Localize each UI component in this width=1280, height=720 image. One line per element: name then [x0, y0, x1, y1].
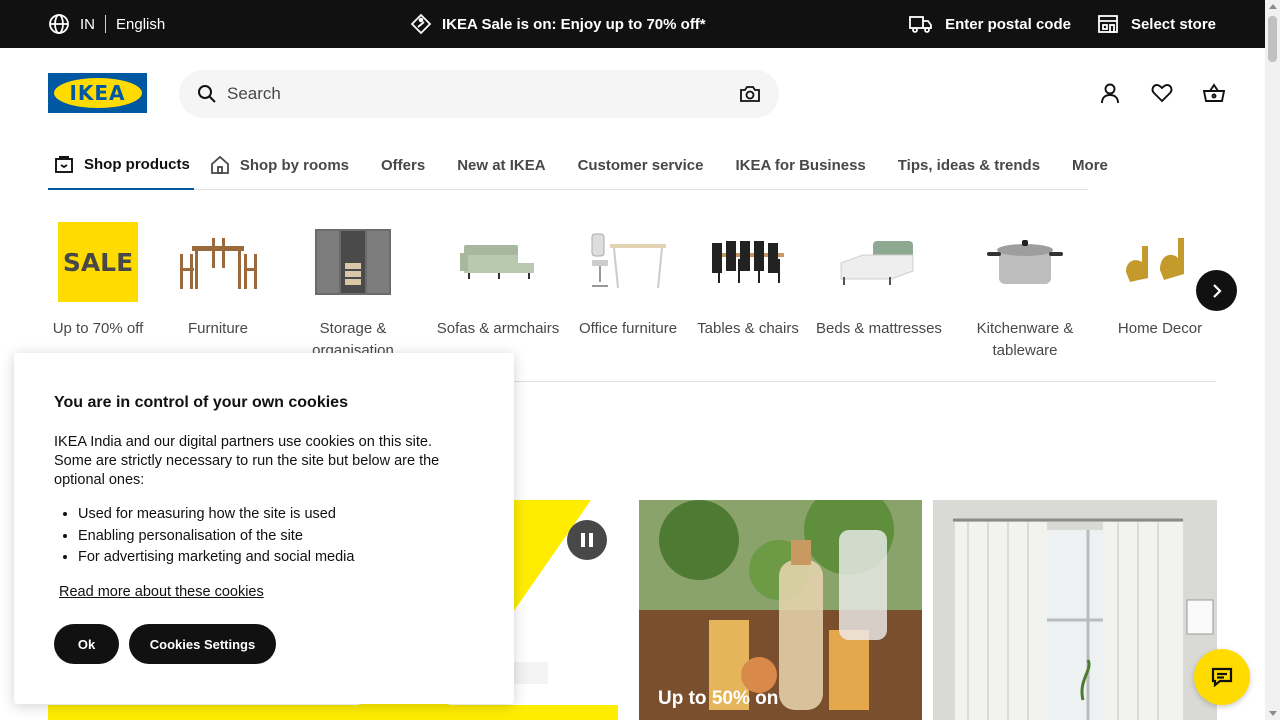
ok-button[interactable]: Ok [54, 624, 119, 664]
user-icon[interactable] [1096, 78, 1124, 108]
cookie-consent-dialog: You are in control of your own cookies I… [14, 353, 514, 704]
cookie-settings-button[interactable]: Cookies Settings [129, 624, 276, 664]
pause-icon [579, 533, 595, 547]
truck-icon [909, 14, 933, 34]
divider [105, 15, 106, 33]
list-item: Enabling personalisation of the site [78, 526, 354, 548]
tab-tips-ideas-trends[interactable]: Tips, ideas & trends [882, 140, 1056, 190]
promo-card-kitchen[interactable]: Up to 50% on [639, 500, 922, 720]
cookie-title: You are in control of your own cookies [54, 394, 348, 411]
scroll-thumb[interactable] [1268, 16, 1277, 62]
category-home-decor[interactable]: Home Decor [1110, 222, 1210, 340]
category-label: Office furniture [578, 320, 678, 337]
promo-text: IKEA Sale is on: Enjoy up to 70% off* [442, 15, 706, 33]
category-label: Beds & mattresses [816, 320, 942, 337]
tab-ikea-for-business[interactable]: IKEA for Business [719, 140, 881, 190]
furniture-image [168, 222, 268, 302]
postal-code-button[interactable]: Enter postal code [909, 14, 1071, 34]
house-icon [210, 155, 230, 175]
sofa-image [436, 222, 560, 302]
scroll-down-arrow[interactable] [1269, 711, 1277, 716]
category-label: Kitchenware & tableware [976, 320, 1074, 359]
dining-set-image [693, 222, 803, 302]
chevron-right-icon [1210, 283, 1224, 299]
sale-promo-link[interactable]: IKEA Sale is on: Enjoy up to 70% off* [410, 0, 706, 48]
category-sofas[interactable]: Sofas & armchairs [436, 222, 560, 340]
category-office-furniture[interactable]: Office furniture [573, 222, 683, 340]
main-nav: Shop products Shop by rooms Offers New a… [48, 140, 1108, 190]
store-icon [1097, 14, 1119, 34]
category-label: Up to 70% off [52, 320, 144, 337]
search-bar[interactable] [179, 70, 779, 118]
promo-card-curtains[interactable] [933, 500, 1217, 720]
category-label: Home Decor [1117, 320, 1203, 337]
basket-icon[interactable] [1200, 78, 1228, 108]
cookie-description: IKEA India and our digital partners use … [54, 434, 440, 488]
globe-icon [48, 13, 70, 35]
camera-icon[interactable] [739, 84, 761, 104]
tab-more[interactable]: More [1056, 140, 1124, 190]
category-label: Tables & chairs [697, 320, 799, 337]
price-tag-icon [410, 13, 432, 35]
cookie-purpose-list: Used for measuring how the site is used … [78, 504, 354, 569]
tab-customer-service[interactable]: Customer service [562, 140, 720, 190]
read-more-cookies-link[interactable]: Read more about these cookies [59, 584, 264, 600]
top-bar: IN English IKEA Sale is on: Enjoy up to … [0, 0, 1280, 48]
category-beds[interactable]: Beds & mattresses [813, 222, 945, 340]
country-code: IN [80, 15, 95, 33]
sale-badge: SALE [58, 222, 138, 302]
tab-offers[interactable]: Offers [365, 140, 441, 190]
tab-new-at-ikea[interactable]: New at IKEA [441, 140, 561, 190]
ikea-logo[interactable]: IKEA [48, 73, 147, 113]
list-item: Used for measuring how the site is used [78, 504, 354, 526]
category-label: Furniture [187, 320, 249, 337]
heart-icon[interactable] [1148, 78, 1176, 108]
page-scrollbar[interactable] [1265, 0, 1280, 720]
wardrobe-image [298, 222, 408, 302]
pause-button[interactable] [567, 520, 607, 560]
pot-image [966, 222, 1084, 302]
scroll-up-arrow[interactable] [1269, 4, 1277, 9]
list-item: For advertising marketing and social med… [78, 547, 354, 569]
category-tables-chairs[interactable]: Tables & chairs [693, 222, 803, 340]
select-store-label: Select store [1130, 15, 1216, 33]
tab-shop-products[interactable]: Shop products [48, 140, 194, 190]
postal-code-label: Enter postal code [945, 15, 1071, 33]
decor-image [1110, 222, 1210, 302]
select-store-button[interactable]: Select store [1097, 14, 1216, 34]
category-label: Sofas & armchairs [436, 320, 560, 337]
chat-icon [1211, 667, 1233, 687]
shopping-bag-icon [54, 154, 74, 174]
category-kitchenware[interactable]: Kitchenware & tableware [966, 222, 1084, 362]
category-sale[interactable]: SALE Up to 70% off [48, 222, 148, 340]
bed-image [813, 222, 945, 302]
language-selector[interactable]: IN English [48, 0, 165, 48]
chat-button[interactable] [1194, 649, 1250, 705]
category-furniture[interactable]: Furniture [168, 222, 268, 340]
category-storage[interactable]: Storage & organisation [298, 222, 408, 362]
tab-shop-by-rooms[interactable]: Shop by rooms [194, 140, 365, 190]
search-input[interactable] [227, 84, 739, 104]
carousel-next-button[interactable] [1196, 270, 1237, 311]
promo-card-caption: Up to 50% on [658, 688, 779, 709]
office-desk-image [573, 222, 683, 302]
search-icon [197, 84, 217, 104]
language-label: English [116, 15, 166, 33]
